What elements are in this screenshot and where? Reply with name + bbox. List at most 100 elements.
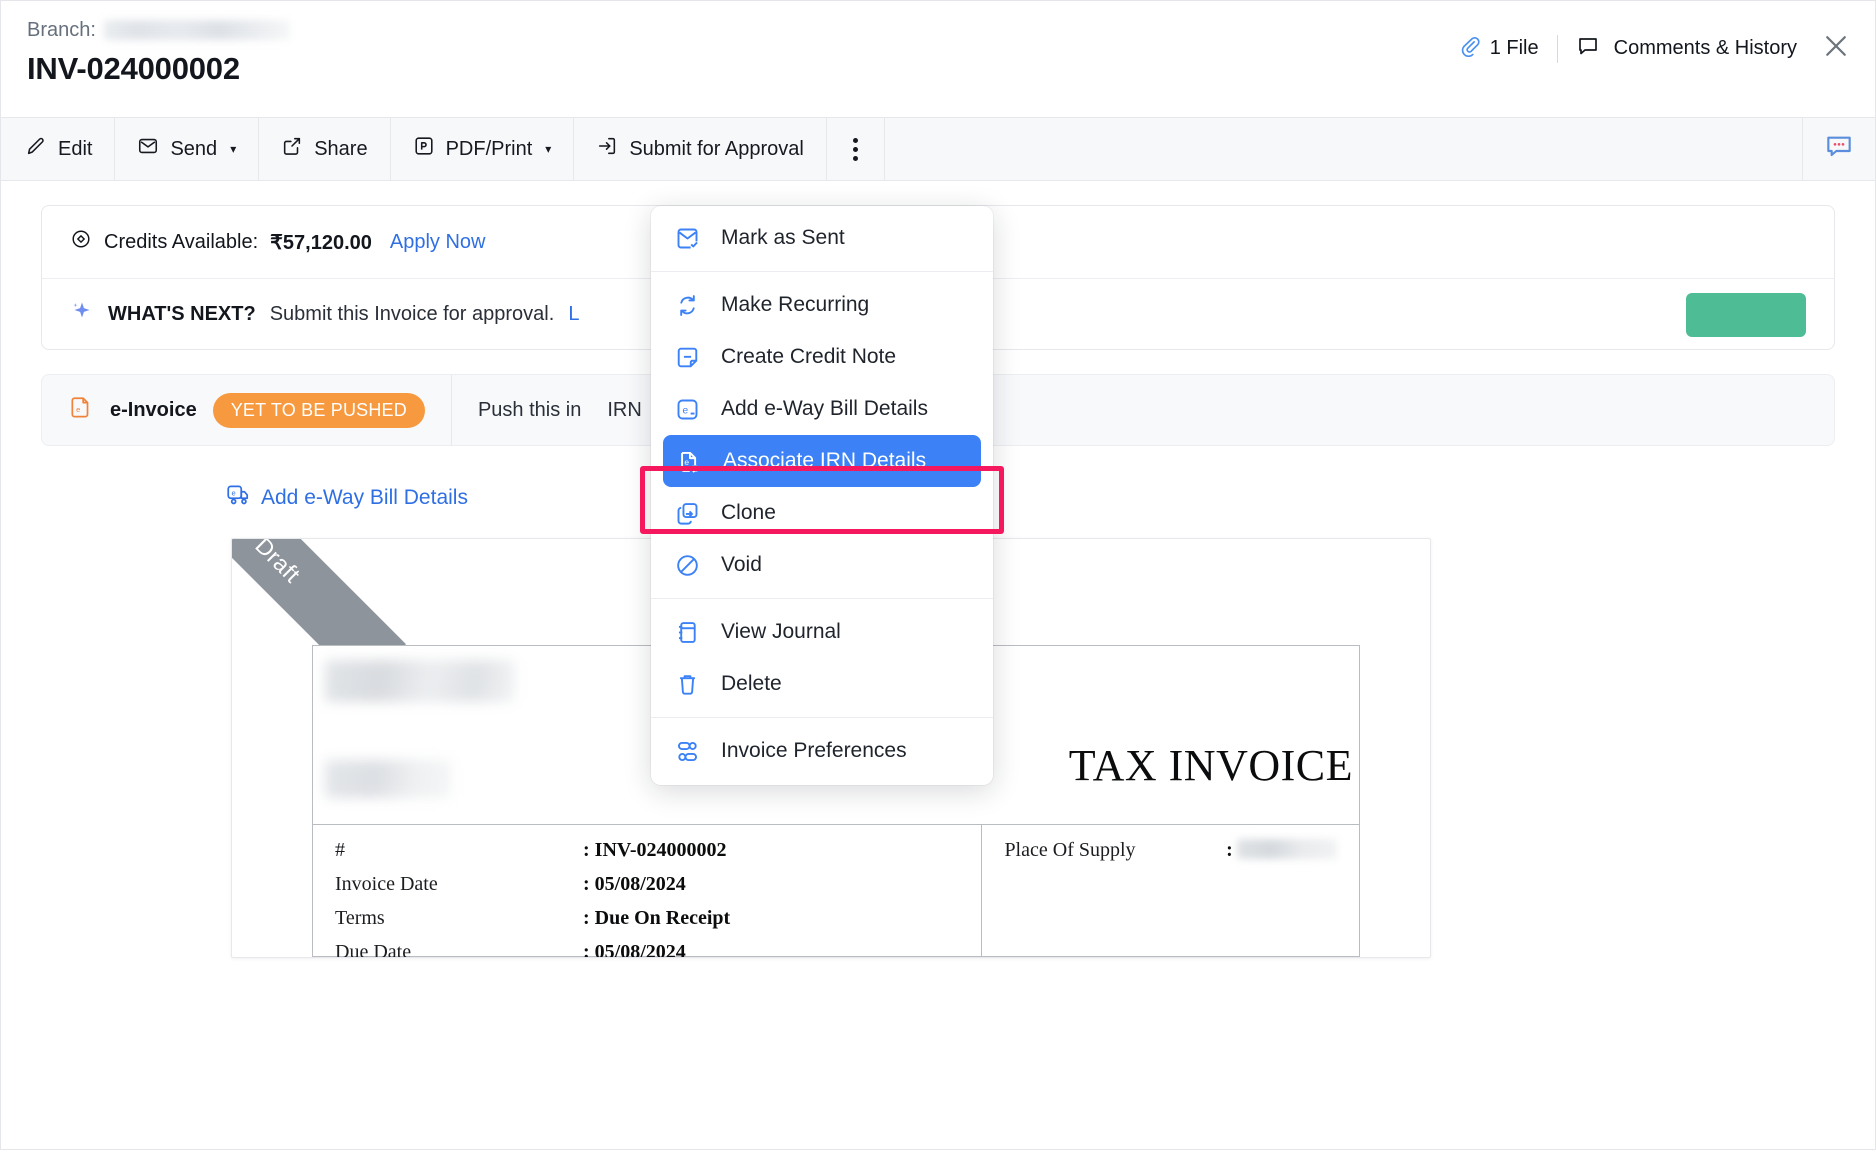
draft-ribbon-label: Draft — [250, 539, 306, 588]
header-actions: 1 File Comments & History — [1459, 31, 1851, 66]
menu-separator — [651, 271, 993, 272]
file-attachment-button[interactable]: 1 File — [1459, 35, 1557, 63]
menu-item-delete[interactable]: Delete — [651, 658, 993, 710]
meta-value: : Due On Receipt — [583, 907, 730, 930]
meta-value: : INV-024000002 — [583, 839, 727, 862]
meta-value: : — [1226, 839, 1233, 862]
menu-item-clone[interactable]: Clone — [651, 487, 993, 539]
add-eway-bill-label: Add e-Way Bill Details — [261, 486, 468, 510]
menu-item-label: Clone — [721, 501, 776, 525]
journal-icon — [673, 618, 701, 646]
eway-bill-icon: e — [225, 482, 251, 514]
edit-button[interactable]: Edit — [1, 118, 115, 180]
meta-key: Invoice Date — [335, 873, 583, 896]
credits-amount: ₹57,120.00 — [270, 230, 372, 255]
kebab-icon — [853, 138, 858, 161]
whats-next-link[interactable]: L — [568, 303, 579, 326]
svg-text:e: e — [232, 489, 236, 498]
envelope-check-icon — [673, 224, 701, 252]
einvoice-left-group: e e-Invoice YET TO BE PUSHED — [42, 375, 452, 445]
meta-key: Due Date — [335, 941, 583, 958]
einvoice-description: Push this in — [452, 399, 607, 422]
menu-item-label: Delete — [721, 672, 782, 696]
comments-history-label: Comments & History — [1614, 37, 1797, 60]
document-title: TAX INVOICE — [1069, 740, 1353, 791]
send-label: Send — [170, 138, 217, 161]
menu-item-void[interactable]: Void — [651, 539, 993, 591]
credit-note-icon — [673, 343, 701, 371]
menu-item-label: View Journal — [721, 620, 841, 644]
meta-key: Place Of Supply — [1004, 839, 1226, 862]
menu-item-invoice-preferences[interactable]: Invoice Preferences — [651, 725, 993, 777]
apply-now-link[interactable]: Apply Now — [390, 231, 486, 254]
table-row: Due Date : 05/08/2024 — [335, 941, 959, 958]
meta-key: Terms — [335, 907, 583, 930]
chevron-down-icon: ▾ — [230, 142, 236, 156]
action-toolbar: Edit Send ▾ Share — [1, 117, 1875, 181]
menu-item-label: Make Recurring — [721, 293, 869, 317]
menu-item-label: Add e-Way Bill Details — [721, 397, 928, 421]
einvoice-label: e-Invoice — [110, 399, 197, 422]
pencil-icon — [25, 135, 47, 163]
einvoice-document-icon: e — [68, 395, 94, 426]
sparkle-icon — [70, 299, 94, 329]
menu-item-label: Mark as Sent — [721, 226, 845, 250]
eway-bill-icon: e — [673, 395, 701, 423]
table-row: # : INV-024000002 — [335, 839, 959, 873]
branch-value-redacted — [104, 20, 290, 40]
submit-for-approval-label: Submit for Approval — [629, 138, 804, 161]
comments-history-button[interactable]: Comments & History — [1558, 34, 1815, 64]
menu-item-view-journal[interactable]: View Journal — [651, 606, 993, 658]
meta-value: : 05/08/2024 — [583, 873, 686, 896]
chat-support-button[interactable] — [1803, 118, 1875, 180]
menu-item-create-credit-note[interactable]: Create Credit Note — [651, 331, 993, 383]
branch-label: Branch: — [27, 19, 96, 42]
menu-item-add-eway-bill-details[interactable]: e Add e-Way Bill Details — [651, 383, 993, 435]
whats-next-text: Submit this Invoice for approval. — [270, 303, 555, 326]
associate-irn-icon: e — [675, 447, 703, 475]
file-count-label: 1 File — [1490, 37, 1539, 60]
paperclip-icon — [1459, 35, 1481, 63]
menu-item-associate-irn-details[interactable]: e Associate IRN Details — [663, 435, 981, 487]
page-header: Branch: INV-024000002 1 File — [1, 1, 1875, 117]
clone-icon — [673, 499, 701, 527]
menu-item-label: Void — [721, 553, 762, 577]
pdf-print-label: PDF/Print — [446, 138, 533, 161]
toolbar-spacer — [885, 118, 1803, 180]
recurring-icon — [673, 291, 701, 319]
envelope-icon — [137, 135, 159, 163]
chevron-down-icon: ▾ — [545, 142, 551, 156]
menu-item-label: Create Credit Note — [721, 345, 896, 369]
table-row: Place Of Supply : — [1004, 839, 1337, 873]
company-address-redacted — [325, 760, 451, 798]
status-badge: YET TO BE PUSHED — [213, 393, 425, 428]
add-eway-bill-link[interactable]: e Add e-Way Bill Details — [225, 482, 468, 514]
close-icon[interactable] — [1821, 31, 1851, 66]
table-row: Terms : Due On Receipt — [335, 907, 959, 941]
pdf-print-button[interactable]: PDF/Print ▾ — [391, 118, 575, 180]
comment-bubble-icon — [1576, 34, 1600, 64]
invoice-detail-page: Branch: INV-024000002 1 File — [0, 0, 1876, 1150]
whats-next-action-button[interactable] — [1686, 293, 1806, 337]
send-button[interactable]: Send ▾ — [115, 118, 259, 180]
menu-item-make-recurring[interactable]: Make Recurring — [651, 279, 993, 331]
table-row: Invoice Date : 05/08/2024 — [335, 873, 959, 907]
place-of-supply-redacted — [1237, 839, 1337, 859]
whats-next-label: WHAT'S NEXT? — [108, 303, 256, 326]
share-button[interactable]: Share — [259, 118, 390, 180]
invoice-meta-right: Place Of Supply : — [982, 825, 1359, 956]
submit-arrow-icon — [596, 135, 618, 163]
menu-item-label: Invoice Preferences — [721, 739, 907, 763]
trash-icon — [673, 670, 701, 698]
submit-for-approval-button[interactable]: Submit for Approval — [574, 118, 827, 180]
pdf-icon — [413, 135, 435, 163]
credits-icon — [70, 228, 92, 256]
more-actions-button[interactable] — [827, 118, 885, 180]
invoice-meta-left: # : INV-024000002 Invoice Date : 05/08/2… — [313, 825, 982, 956]
more-actions-menu: Mark as Sent Make Recurring Create Credi… — [651, 206, 993, 785]
void-icon — [673, 551, 701, 579]
share-icon — [281, 135, 303, 163]
menu-separator — [651, 598, 993, 599]
svg-text:e: e — [76, 404, 80, 413]
menu-item-mark-as-sent[interactable]: Mark as Sent — [651, 212, 993, 264]
